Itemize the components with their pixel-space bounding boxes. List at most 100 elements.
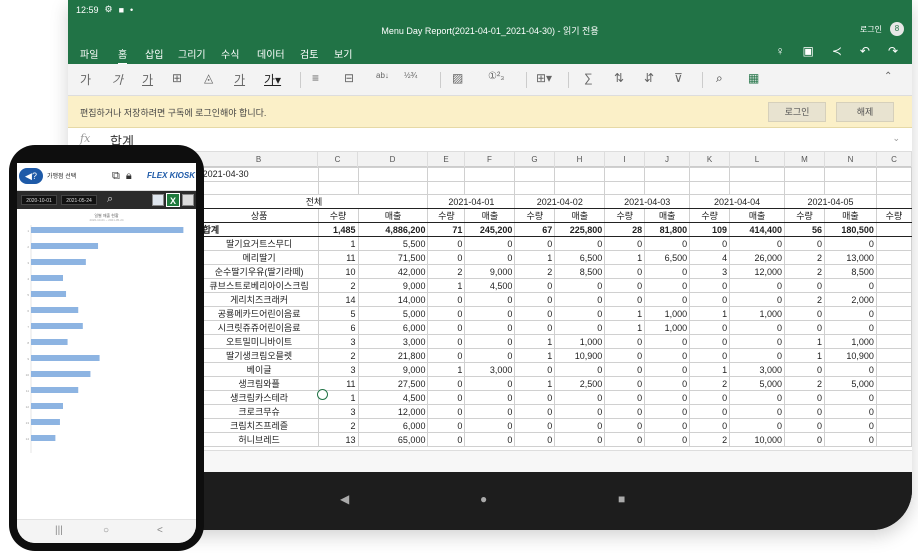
day-qty[interactable]: 0 xyxy=(689,418,731,433)
sales-header[interactable]: 매출 xyxy=(729,208,786,223)
total-sales[interactable]: 3,000 xyxy=(357,334,429,349)
product-name[interactable]: 크림치즈프레즐 xyxy=(199,418,319,433)
chart-bar[interactable] xyxy=(31,307,79,313)
column-header[interactable]: J xyxy=(645,152,690,167)
day-qty[interactable]: 1 xyxy=(514,376,556,391)
cell[interactable] xyxy=(604,180,646,195)
total-qty[interactable]: 5 xyxy=(317,306,359,321)
total-qty[interactable]: 10 xyxy=(317,264,359,279)
total-qty[interactable]: 1 xyxy=(317,236,359,251)
day-sales[interactable]: 0 xyxy=(464,432,516,447)
cell[interactable] xyxy=(427,180,466,195)
cell[interactable] xyxy=(514,167,556,182)
product-name[interactable]: 시크릿쥬쥬어린이음료 xyxy=(199,320,319,335)
day-qty[interactable]: 28 xyxy=(604,222,646,237)
cell[interactable] xyxy=(875,418,912,433)
cell[interactable] xyxy=(875,250,912,265)
cell[interactable] xyxy=(784,180,825,195)
day-qty[interactable]: 71 xyxy=(427,222,466,237)
header-all[interactable]: 전체 xyxy=(199,194,429,209)
cell[interactable] xyxy=(554,167,606,182)
day-sales[interactable]: 0 xyxy=(554,320,606,335)
column-header[interactable]: F xyxy=(465,152,515,167)
sales-header[interactable]: 매출 xyxy=(554,208,606,223)
day-sales[interactable]: 0 xyxy=(464,334,516,349)
product-name[interactable]: 메리딸기 xyxy=(199,250,319,265)
total-qty[interactable]: 6 xyxy=(317,320,359,335)
day-sales[interactable]: 0 xyxy=(644,362,691,377)
chart-bar[interactable] xyxy=(31,403,63,409)
column-header[interactable]: E xyxy=(428,152,465,167)
day-sales[interactable]: 4,500 xyxy=(464,278,516,293)
total-qty[interactable]: 2 xyxy=(317,348,359,363)
day-sales[interactable]: 0 xyxy=(644,418,691,433)
cell[interactable] xyxy=(875,348,912,363)
chart-bar[interactable] xyxy=(31,387,79,393)
day-sales[interactable]: 0 xyxy=(644,348,691,363)
day-qty[interactable]: 0 xyxy=(604,334,646,349)
cell[interactable] xyxy=(317,180,359,195)
total-qty[interactable]: 3 xyxy=(317,334,359,349)
total-sales[interactable]: 27,500 xyxy=(357,376,429,391)
day-qty[interactable]: 0 xyxy=(689,348,731,363)
day-qty[interactable]: 0 xyxy=(427,390,466,405)
chart-bar[interactable] xyxy=(31,355,100,361)
cell[interactable] xyxy=(823,167,877,182)
day-sales[interactable]: 0 xyxy=(644,376,691,391)
day-header[interactable]: 2021-04-01 xyxy=(427,194,516,209)
day-qty[interactable]: 2 xyxy=(784,376,825,391)
day-sales[interactable]: 6,500 xyxy=(644,250,691,265)
day-qty[interactable]: 0 xyxy=(427,418,466,433)
day-sales[interactable]: 0 xyxy=(644,278,691,293)
day-qty[interactable]: 2 xyxy=(514,264,556,279)
day-qty[interactable]: 0 xyxy=(604,376,646,391)
day-qty[interactable]: 2 xyxy=(689,432,731,447)
day-qty[interactable]: 0 xyxy=(784,320,825,335)
qty-header[interactable]: 수량 xyxy=(875,208,912,223)
cell[interactable] xyxy=(514,180,556,195)
product-name[interactable]: 큐브스트로베리아이스크림 xyxy=(199,278,319,293)
day-sales[interactable]: 0 xyxy=(554,306,606,321)
product-name[interactable]: 허니브레드 xyxy=(199,432,319,447)
search-icon[interactable]: ⌕ xyxy=(107,193,113,206)
column-header[interactable]: C xyxy=(877,152,912,167)
chart-bar[interactable] xyxy=(31,371,91,377)
column-header[interactable]: M xyxy=(785,152,825,167)
cell[interactable] xyxy=(875,236,912,251)
day-sales[interactable]: 0 xyxy=(729,320,786,335)
day-sales[interactable]: 0 xyxy=(729,236,786,251)
day-qty[interactable]: 0 xyxy=(514,236,556,251)
help-button[interactable]: ◀? xyxy=(19,168,43,184)
sort-asc-icon[interactable]: ⇅ xyxy=(614,71,624,85)
day-qty[interactable]: 67 xyxy=(514,222,556,237)
chart-bar[interactable] xyxy=(31,243,99,249)
cell[interactable] xyxy=(823,180,877,195)
day-sales[interactable]: 0 xyxy=(464,376,516,391)
day-qty[interactable]: 0 xyxy=(427,250,466,265)
day-qty[interactable]: 0 xyxy=(427,432,466,447)
underline-icon[interactable]: 가 xyxy=(142,71,153,88)
cell[interactable] xyxy=(199,180,319,195)
product-name[interactable]: 오트밀미니바이트 xyxy=(199,334,319,349)
day-qty[interactable]: 0 xyxy=(514,418,556,433)
day-qty[interactable]: 1 xyxy=(427,362,466,377)
day-qty[interactable]: 1 xyxy=(604,250,646,265)
italic-icon[interactable]: 가 xyxy=(112,71,123,88)
column-header[interactable]: G xyxy=(515,152,555,167)
tab-review[interactable]: 검토 xyxy=(300,46,318,61)
cell[interactable] xyxy=(357,180,429,195)
cell[interactable] xyxy=(875,306,912,321)
day-qty[interactable]: 0 xyxy=(689,278,731,293)
day-sales[interactable]: 10,900 xyxy=(554,348,606,363)
day-sales[interactable]: 10,900 xyxy=(823,348,877,363)
day-header[interactable]: 2021-04-04 xyxy=(689,194,786,209)
day-sales[interactable]: 0 xyxy=(644,236,691,251)
cell[interactable] xyxy=(644,167,691,182)
day-sales[interactable]: 0 xyxy=(464,348,516,363)
day-qty[interactable]: 0 xyxy=(427,376,466,391)
day-qty[interactable]: 0 xyxy=(604,404,646,419)
cell[interactable] xyxy=(875,404,912,419)
selection-handle[interactable] xyxy=(317,389,328,400)
qty-header[interactable]: 수량 xyxy=(427,208,466,223)
day-sales[interactable]: 0 xyxy=(729,390,786,405)
